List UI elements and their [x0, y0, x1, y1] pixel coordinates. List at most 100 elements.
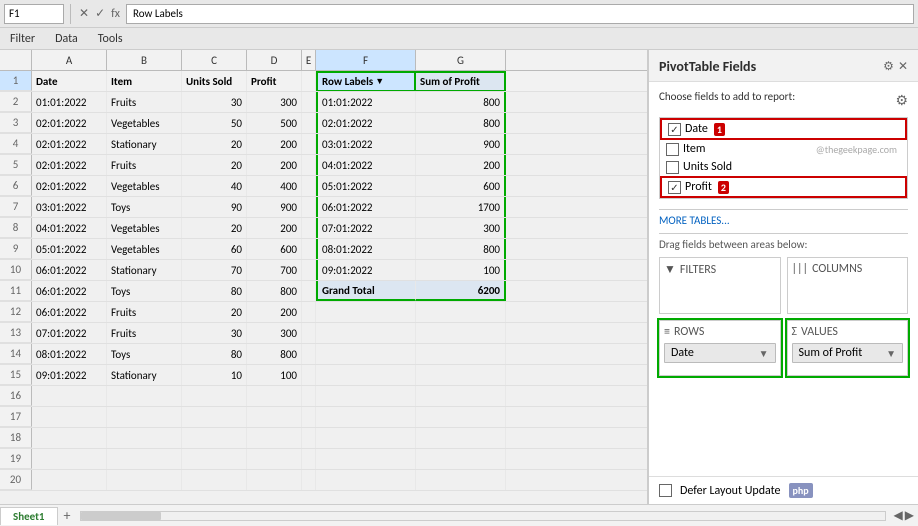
cell-f[interactable]: [316, 470, 416, 490]
menu-data[interactable]: Data: [45, 30, 88, 48]
cell-c[interactable]: 20: [182, 302, 247, 322]
cell-d[interactable]: 700: [247, 260, 302, 280]
rows-content[interactable]: Date ▼: [664, 343, 776, 371]
more-tables-text[interactable]: MORE TABLES...: [659, 214, 730, 227]
panel-settings-icon[interactable]: ⚙: [883, 59, 894, 74]
cell-d[interactable]: 200: [247, 218, 302, 238]
cell-d[interactable]: 800: [247, 281, 302, 301]
cell-d[interactable]: 500: [247, 113, 302, 133]
cell-c[interactable]: [182, 407, 247, 427]
values-content[interactable]: Sum of Profit ▼: [792, 343, 904, 371]
scroll-thumb[interactable]: [81, 512, 161, 520]
checkbox-date[interactable]: ✓: [668, 123, 681, 136]
checkbox-units-sold[interactable]: [666, 161, 679, 174]
cell-c[interactable]: 20: [182, 218, 247, 238]
cell-c[interactable]: [182, 386, 247, 406]
cell-d[interactable]: 600: [247, 239, 302, 259]
cell-d[interactable]: 200: [247, 134, 302, 154]
cell-b[interactable]: Vegetables: [107, 176, 182, 196]
cell-c[interactable]: 50: [182, 113, 247, 133]
values-chip[interactable]: Sum of Profit ▼: [792, 343, 904, 363]
cell-c[interactable]: 20: [182, 155, 247, 175]
cell-b[interactable]: [107, 407, 182, 427]
col-header-a[interactable]: A: [32, 50, 107, 70]
cell-a[interactable]: [32, 407, 107, 427]
cell-b[interactable]: [107, 449, 182, 469]
spreadsheet[interactable]: A B C D E F G 1 Date Item Units Sold Pro…: [0, 50, 648, 504]
cell-b[interactable]: Toys: [107, 197, 182, 217]
cell-f[interactable]: 02:01:2022: [316, 113, 416, 133]
cell-b[interactable]: Fruits: [107, 155, 182, 175]
cell-g[interactable]: 100: [416, 260, 506, 280]
cell-g[interactable]: 800: [416, 92, 506, 112]
cell-g[interactable]: [416, 470, 506, 490]
cell-c[interactable]: [182, 449, 247, 469]
cell-a[interactable]: [32, 470, 107, 490]
cell-b[interactable]: Stationary: [107, 134, 182, 154]
cell-b[interactable]: Toys: [107, 281, 182, 301]
field-item-date[interactable]: ✓ Date 1: [662, 120, 905, 138]
cell-d[interactable]: [247, 407, 302, 427]
cell-f[interactable]: [316, 302, 416, 322]
col-header-e[interactable]: E: [302, 50, 316, 70]
cell-g[interactable]: 900: [416, 134, 506, 154]
col-header-g[interactable]: G: [416, 50, 506, 70]
cell-a[interactable]: 02:01:2022: [32, 176, 107, 196]
cell-a[interactable]: 02:01:2022: [32, 113, 107, 133]
cell-f[interactable]: [316, 428, 416, 448]
cell-c[interactable]: 80: [182, 344, 247, 364]
cell-d[interactable]: 100: [247, 365, 302, 385]
checkbox-item[interactable]: [666, 143, 679, 156]
cell-d[interactable]: 400: [247, 176, 302, 196]
cell-c[interactable]: 30: [182, 92, 247, 112]
formula-input[interactable]: Row Labels: [126, 4, 914, 24]
cell-f[interactable]: Grand Total: [316, 281, 416, 301]
cell-a[interactable]: 06:01:2022: [32, 302, 107, 322]
cell-b1[interactable]: Item: [107, 71, 182, 91]
cell-f[interactable]: 01:01:2022: [316, 92, 416, 112]
field-item-item[interactable]: Item @thegeekpage.com: [660, 140, 907, 158]
cell-a[interactable]: 07:01:2022: [32, 323, 107, 343]
panel-settings-icon2[interactable]: ⚙: [895, 92, 908, 109]
scroll-right[interactable]: ▶: [905, 508, 914, 523]
cell-g[interactable]: [416, 302, 506, 322]
cell-g[interactable]: 800: [416, 113, 506, 133]
cell-g[interactable]: [416, 323, 506, 343]
cell-c[interactable]: 90: [182, 197, 247, 217]
cell-f[interactable]: 08:01:2022: [316, 239, 416, 259]
cell-g1[interactable]: Sum of Profit: [416, 71, 506, 91]
horizontal-scrollbar[interactable]: [80, 511, 885, 521]
cell-b[interactable]: Vegetables: [107, 113, 182, 133]
cell-a[interactable]: 04:01:2022: [32, 218, 107, 238]
cell-b[interactable]: Stationary: [107, 260, 182, 280]
cell-b[interactable]: [107, 428, 182, 448]
cell-a[interactable]: 02:01:2022: [32, 134, 107, 154]
cell-g[interactable]: [416, 449, 506, 469]
cell-b[interactable]: Vegetables: [107, 239, 182, 259]
cell-b[interactable]: Fruits: [107, 92, 182, 112]
cell-b[interactable]: [107, 470, 182, 490]
cell-g[interactable]: [416, 386, 506, 406]
cell-d[interactable]: 200: [247, 302, 302, 322]
cell-b[interactable]: Fruits: [107, 302, 182, 322]
cell-c[interactable]: 10: [182, 365, 247, 385]
cell-a1[interactable]: Date: [32, 71, 107, 91]
cell-f[interactable]: [316, 449, 416, 469]
cell-g[interactable]: 1700: [416, 197, 506, 217]
cell-b[interactable]: Vegetables: [107, 218, 182, 238]
cell-f[interactable]: [316, 365, 416, 385]
cell-f[interactable]: [316, 323, 416, 343]
cell-a[interactable]: [32, 449, 107, 469]
scroll-left[interactable]: ◀: [894, 508, 903, 523]
cell-c[interactable]: 80: [182, 281, 247, 301]
fx-icon[interactable]: fx: [109, 7, 122, 21]
cell-a[interactable]: [32, 428, 107, 448]
cell-a[interactable]: 03:01:2022: [32, 197, 107, 217]
cell-g[interactable]: 300: [416, 218, 506, 238]
cancel-icon[interactable]: ✕: [77, 6, 91, 21]
cell-reference-box[interactable]: F1: [4, 4, 64, 24]
add-sheet-button[interactable]: +: [58, 505, 77, 526]
cell-b[interactable]: Fruits: [107, 323, 182, 343]
cell-d[interactable]: 900: [247, 197, 302, 217]
cell-f[interactable]: [316, 407, 416, 427]
